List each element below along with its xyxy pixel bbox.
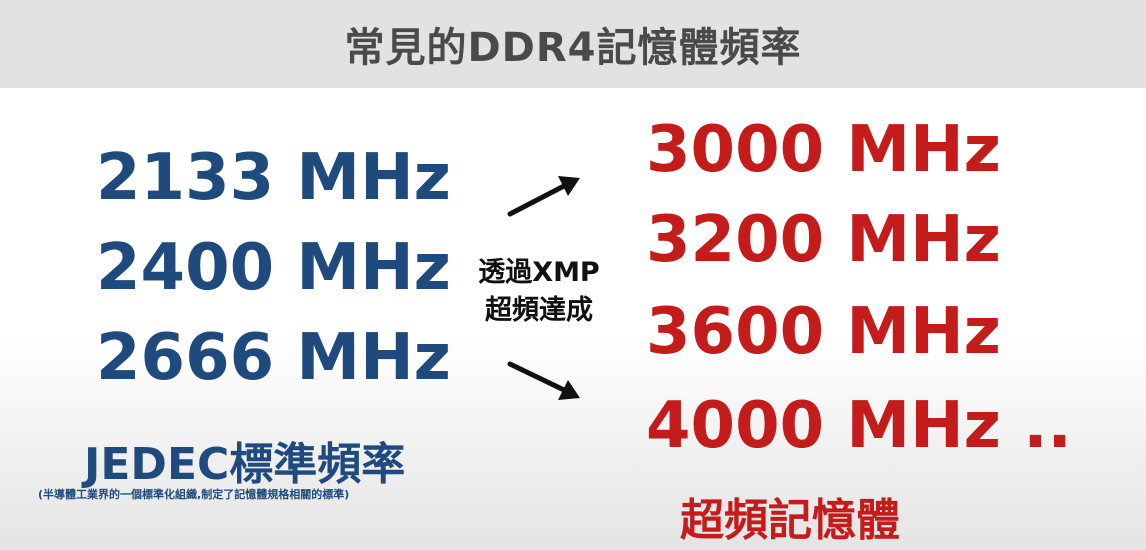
xmp-label-line1: 透過XMP [478, 257, 600, 288]
xmp-label-line2: 超頻達成 [485, 294, 593, 326]
header-bar: 常見的DDR4記憶體頻率 [0, 0, 1146, 88]
overclock-frequency-3200: 3200 MHz [646, 203, 1001, 277]
xmp-label: 透過XMP 超頻達成 [454, 254, 624, 330]
overclock-frequency-3000: 3000 MHz [646, 113, 1001, 187]
jedec-frequency-2666: 2666 MHz [96, 321, 451, 395]
overclock-frequency-3600: 3600 MHz [646, 295, 1001, 369]
arrow-down-right-icon [507, 361, 580, 400]
jedec-note: (半導體工業界的一個標準化組織,制定了記憶體規格相關的標準) [38, 488, 350, 501]
slide: 常見的DDR4記憶體頻率 2133 MHz 2400 MHz 2666 MHz … [0, 0, 1146, 550]
jedec-label: JEDEC標準頻率 [84, 439, 406, 490]
overclock-label: 超頻記憶體 [680, 495, 900, 546]
jedec-frequency-2400: 2400 MHz [96, 231, 451, 305]
arrow-up-right-icon [507, 176, 580, 217]
page-title: 常見的DDR4記憶體頻率 [344, 25, 802, 71]
jedec-frequency-2133: 2133 MHz [96, 141, 451, 215]
overclock-frequency-4000: 4000 MHz .. [646, 389, 1072, 463]
